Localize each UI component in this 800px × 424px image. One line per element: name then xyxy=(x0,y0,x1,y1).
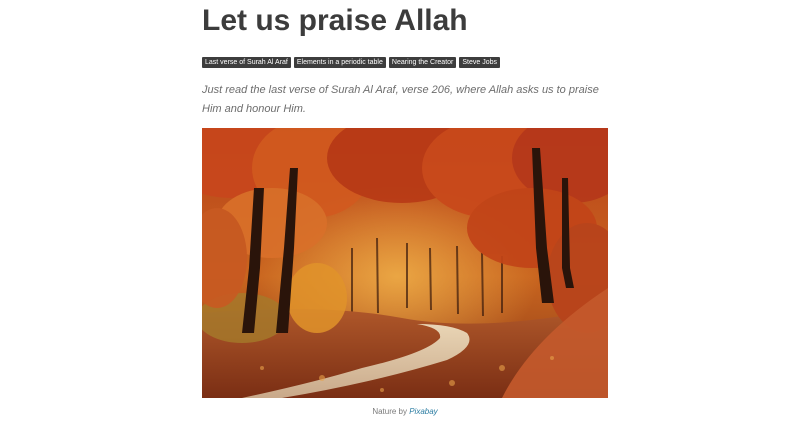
pixabay-link[interactable]: Pixabay xyxy=(409,407,437,416)
page-title: Let us praise Allah xyxy=(202,4,468,37)
intro-paragraph: Just read the last verse of Surah Al Ara… xyxy=(202,84,599,115)
tag-periodic-table[interactable]: Elements in a periodic table xyxy=(293,57,386,68)
featured-image xyxy=(202,128,608,398)
tag-surah-al-araf[interactable]: Last verse of Surah Al Araf xyxy=(202,57,291,68)
tag-steve-jobs[interactable]: Steve Jobs xyxy=(459,57,501,68)
tag-nearing-creator[interactable]: Nearing the Creator xyxy=(388,57,457,68)
image-caption: Nature by Pixabay xyxy=(202,406,608,417)
tag-list: Last verse of Surah Al Araf Elements in … xyxy=(202,57,501,68)
caption-prefix: Nature by xyxy=(372,407,410,416)
